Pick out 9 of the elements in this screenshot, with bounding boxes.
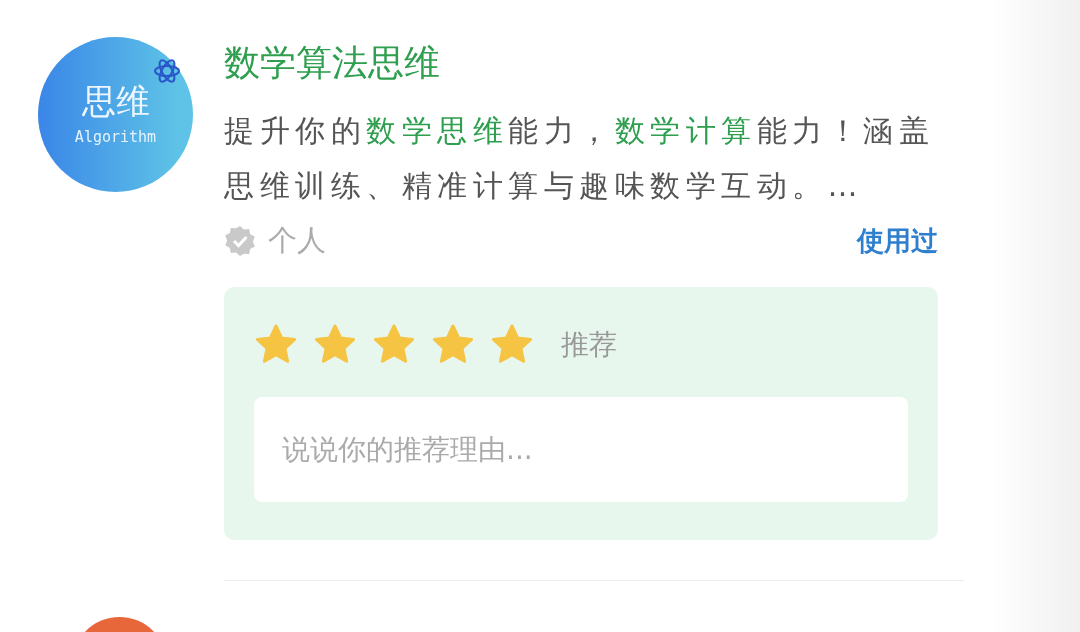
app-name[interactable]: 数学算法思维 (224, 45, 939, 81)
app-description: 提升你的数学思维能力，数学计算能力！涵盖思维训练、精准计算与趣味数学互动。… (224, 112, 935, 205)
avatar-subtitle: Algorithm (74, 128, 157, 147)
atom-icon (153, 57, 181, 85)
reason-field[interactable]: 说说你的推荐理由... (254, 397, 908, 502)
usage-status: 使用过 (857, 224, 938, 258)
owner-type: 个人 (268, 222, 327, 259)
rating-label: 推荐 (561, 327, 617, 363)
avatar-title: 思维 (81, 82, 150, 121)
